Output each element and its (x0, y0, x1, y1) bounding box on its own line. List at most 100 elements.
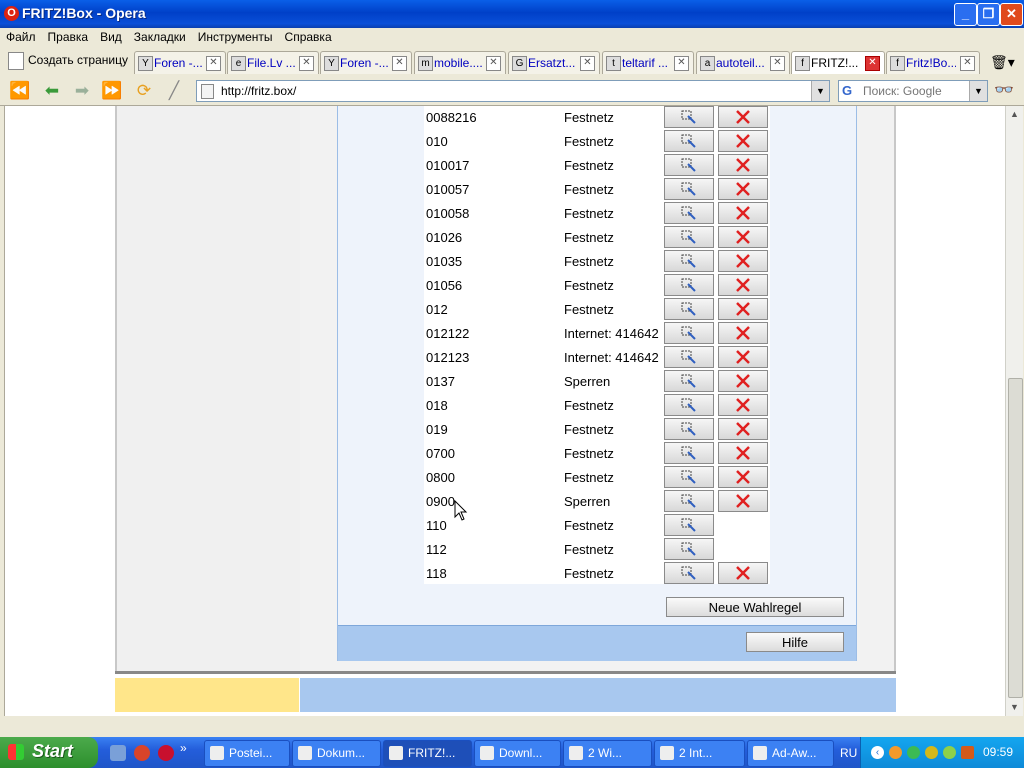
browser-tab[interactable]: f FRITZ!... ✕ (791, 51, 885, 74)
address-bar[interactable]: ▼ (196, 80, 830, 102)
delete-rule-button[interactable] (718, 202, 768, 224)
browser-tab[interactable]: e File.Lv ... ✕ (227, 51, 319, 74)
tab-close-icon[interactable]: ✕ (865, 56, 880, 71)
minimize-button[interactable]: _ (954, 3, 977, 26)
tray-firefox-icon[interactable] (889, 746, 902, 759)
start-button[interactable]: Start (0, 737, 98, 768)
menu-item[interactable]: Вид (94, 28, 128, 44)
search-dropdown-icon[interactable]: ▼ (969, 81, 987, 101)
forward-icon[interactable]: ➡ (70, 80, 94, 102)
taskbar-task[interactable]: Dokum... (292, 740, 381, 767)
address-dropdown-icon[interactable]: ▼ (811, 81, 829, 101)
edit-rule-button[interactable] (664, 178, 714, 200)
scroll-down-icon[interactable]: ▼ (1006, 699, 1023, 716)
reload-icon[interactable]: ⟳ (132, 80, 156, 102)
taskbar-task[interactable]: 2 Int... (654, 740, 745, 767)
back-icon[interactable]: ⬅ (40, 80, 64, 102)
delete-rule-button[interactable] (718, 274, 768, 296)
close-button[interactable]: ✕ (1000, 3, 1023, 26)
browser-tab[interactable]: G Ersatzt... ✕ (508, 51, 600, 74)
new-page-button[interactable]: Создать страницу (8, 52, 128, 72)
tray-network-icon[interactable] (907, 746, 920, 759)
edit-rule-button[interactable] (664, 106, 714, 128)
tab-close-icon[interactable]: ✕ (392, 56, 407, 71)
tab-close-icon[interactable]: ✕ (206, 56, 221, 71)
menu-item[interactable]: Файл (0, 28, 42, 44)
edit-rule-button[interactable] (664, 322, 714, 344)
quicklaunch-opera-icon[interactable] (158, 745, 174, 761)
search-box[interactable]: G ▼ (838, 80, 988, 102)
browser-tab[interactable]: f Fritz!Bo... ✕ (886, 51, 980, 74)
edit-rule-button[interactable] (664, 298, 714, 320)
menu-item[interactable]: Инструменты (192, 28, 279, 44)
edit-rule-button[interactable] (664, 370, 714, 392)
menu-item[interactable]: Правка (42, 28, 95, 44)
edit-rule-button[interactable] (664, 226, 714, 248)
edit-rule-button[interactable] (664, 394, 714, 416)
tray-security-icon[interactable] (925, 746, 938, 759)
edit-rule-button[interactable] (664, 442, 714, 464)
edit-rule-button[interactable] (664, 202, 714, 224)
tab-close-icon[interactable]: ✕ (770, 56, 785, 71)
delete-rule-button[interactable] (718, 250, 768, 272)
tab-close-icon[interactable]: ✕ (674, 56, 689, 71)
edit-rule-button[interactable] (664, 154, 714, 176)
quicklaunch-browser-icon[interactable] (134, 745, 150, 761)
edit-rule-button[interactable] (664, 346, 714, 368)
glasses-icon[interactable]: 👓 (994, 80, 1014, 100)
delete-rule-button[interactable] (718, 298, 768, 320)
delete-rule-button[interactable] (718, 346, 768, 368)
tab-close-icon[interactable]: ✕ (580, 56, 595, 71)
delete-rule-button[interactable] (718, 442, 768, 464)
search-input[interactable] (861, 83, 965, 99)
browser-tab[interactable]: a autoteil... ✕ (696, 51, 790, 74)
delete-rule-button[interactable] (718, 418, 768, 440)
menu-item[interactable]: Справка (279, 28, 338, 44)
rewind-icon[interactable]: ⏪ (8, 80, 32, 102)
maximize-button[interactable]: ❐ (977, 3, 1000, 26)
delete-rule-button[interactable] (718, 562, 768, 584)
edit-rule-button[interactable] (664, 538, 714, 560)
browser-tab[interactable]: Y Foren -... ✕ (134, 51, 226, 74)
edit-rule-button[interactable] (664, 274, 714, 296)
quicklaunch-desktop-icon[interactable] (110, 745, 126, 761)
taskbar-task[interactable]: 2 Wi... (563, 740, 652, 767)
help-button[interactable]: Hilfe (746, 632, 844, 652)
wand-icon[interactable]: ╱ (162, 80, 186, 102)
fast-forward-icon[interactable]: ⏩ (100, 80, 124, 102)
delete-rule-button[interactable] (718, 466, 768, 488)
edit-rule-button[interactable] (664, 130, 714, 152)
tray-update-icon[interactable] (943, 746, 956, 759)
address-input[interactable] (219, 83, 813, 99)
new-dial-rule-button[interactable]: Neue Wahlregel (666, 597, 844, 617)
browser-tab[interactable]: t teltarif ... ✕ (602, 51, 694, 74)
taskbar-task[interactable]: FRITZ!... (383, 740, 472, 767)
edit-rule-button[interactable] (664, 466, 714, 488)
browser-tab[interactable]: Y Foren -... ✕ (320, 51, 412, 74)
taskbar-task[interactable]: Postei... (204, 740, 290, 767)
tray-expand-icon[interactable]: ‹ (871, 746, 884, 759)
edit-rule-button[interactable] (664, 514, 714, 536)
taskbar-task[interactable]: Ad-Aw... (747, 740, 834, 767)
edit-rule-button[interactable] (664, 250, 714, 272)
delete-rule-button[interactable] (718, 226, 768, 248)
tray-app-icon[interactable] (961, 746, 974, 759)
trash-icon[interactable]: 🗑▾ (990, 54, 1015, 71)
taskbar-task[interactable]: Downl... (474, 740, 561, 767)
tab-close-icon[interactable]: ✕ (960, 56, 975, 71)
delete-rule-button[interactable] (718, 490, 768, 512)
edit-rule-button[interactable] (664, 418, 714, 440)
delete-rule-button[interactable] (718, 322, 768, 344)
vertical-scrollbar[interactable]: ▲ ▼ (1005, 106, 1023, 716)
delete-rule-button[interactable] (718, 370, 768, 392)
delete-rule-button[interactable] (718, 106, 768, 128)
edit-rule-button[interactable] (664, 562, 714, 584)
browser-tab[interactable]: m mobile.... ✕ (414, 51, 506, 74)
tab-close-icon[interactable]: ✕ (486, 56, 501, 71)
delete-rule-button[interactable] (718, 130, 768, 152)
menu-item[interactable]: Закладки (128, 28, 192, 44)
tab-close-icon[interactable]: ✕ (299, 56, 314, 71)
delete-rule-button[interactable] (718, 154, 768, 176)
delete-rule-button[interactable] (718, 394, 768, 416)
quicklaunch-more-icon[interactable]: » (180, 741, 187, 755)
